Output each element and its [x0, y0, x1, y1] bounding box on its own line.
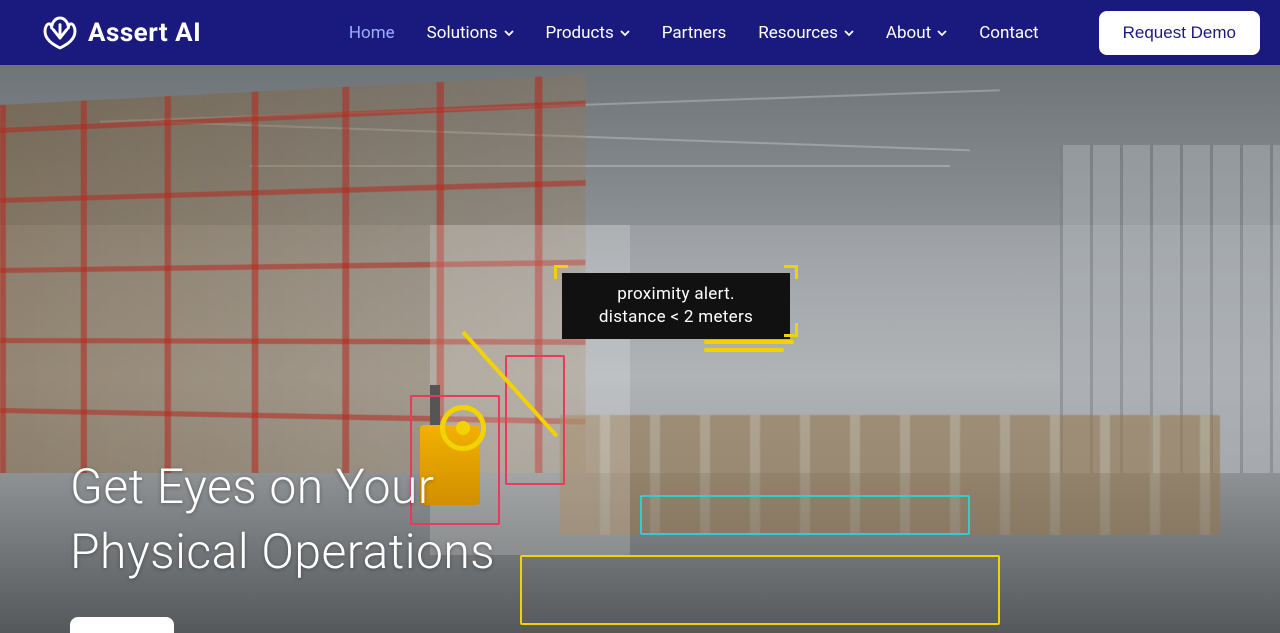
- brand-logo[interactable]: Assert AI: [40, 13, 201, 53]
- nav-label: About: [886, 23, 931, 43]
- button-label: Request Demo: [1123, 23, 1236, 42]
- nav-item-partners[interactable]: Partners: [662, 23, 727, 43]
- nav-label: Products: [546, 23, 614, 43]
- nav-item-about[interactable]: About: [886, 23, 947, 43]
- request-demo-button[interactable]: Request Demo: [1099, 11, 1260, 55]
- nav-item-products[interactable]: Products: [546, 23, 630, 43]
- accent-underline: [704, 340, 794, 344]
- nav-label: Home: [349, 23, 395, 43]
- nav-item-solutions[interactable]: Solutions: [427, 23, 514, 43]
- target-ring-icon: [440, 405, 486, 451]
- frame-corner-icon: [784, 265, 798, 279]
- detection-box: [505, 355, 565, 485]
- more-button[interactable]: More →: [70, 617, 174, 633]
- chevron-down-icon: [937, 28, 947, 38]
- nav-item-resources[interactable]: Resources: [758, 23, 854, 43]
- nav-label: Solutions: [427, 23, 498, 43]
- detection-box: [640, 495, 970, 535]
- hero-title-line1: Get Eyes on Your: [70, 455, 495, 520]
- hero-section: proximity alert. distance < 2 meters Get…: [0, 65, 1280, 633]
- nav-links: Home Solutions Products Partners Resourc…: [349, 11, 1260, 55]
- nav-item-home[interactable]: Home: [349, 23, 395, 43]
- brand-logo-icon: [40, 13, 80, 53]
- hero-content: Get Eyes on Your Physical Operations Mor…: [70, 455, 495, 633]
- nav-label: Partners: [662, 23, 727, 43]
- alert-text-line2: distance < 2 meters: [570, 306, 782, 329]
- nav-item-contact[interactable]: Contact: [979, 23, 1038, 43]
- brand-name: Assert AI: [88, 18, 201, 48]
- frame-corner-icon: [784, 323, 798, 337]
- chevron-down-icon: [844, 28, 854, 38]
- detection-box: [520, 555, 1000, 625]
- accent-underline: [704, 348, 784, 352]
- frame-corner-icon: [554, 265, 568, 279]
- navbar: Assert AI Home Solutions Products Partne…: [0, 0, 1280, 65]
- nav-label: Contact: [979, 23, 1038, 43]
- hero-title-line2: Physical Operations: [70, 520, 495, 585]
- proximity-alert-callout: proximity alert. distance < 2 meters: [562, 273, 790, 339]
- nav-label: Resources: [758, 23, 838, 43]
- alert-text-line1: proximity alert.: [570, 283, 782, 306]
- hero-title: Get Eyes on Your Physical Operations: [70, 455, 495, 585]
- chevron-down-icon: [504, 28, 514, 38]
- chevron-down-icon: [620, 28, 630, 38]
